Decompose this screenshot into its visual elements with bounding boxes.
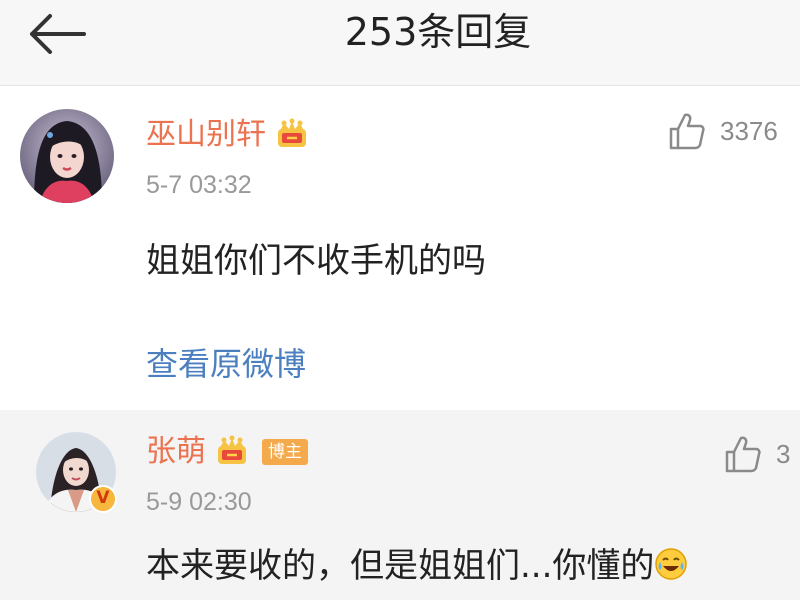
page-title: 253条回复 <box>344 10 532 54</box>
like-button[interactable]: 3376 <box>668 111 778 151</box>
view-original-post-link[interactable]: 查看原微博 <box>146 339 306 385</box>
username[interactable]: 巫山别轩 <box>146 115 266 155</box>
host-badge: 博主 <box>262 439 308 465</box>
crown-icon <box>218 435 246 464</box>
comment-text: 本来要收的，但是姐姐们...你懂的 <box>146 538 688 587</box>
user-row: 巫山别轩 <box>146 115 310 155</box>
laugh-cry-emoji-icon <box>655 548 688 580</box>
comment-time: 5-9 02:30 <box>146 488 252 516</box>
username[interactable]: 张萌 <box>146 432 206 472</box>
like-count: 3376 <box>720 115 778 146</box>
comment-time: 5-7 03:32 <box>146 171 252 199</box>
like-count: 3 <box>776 438 791 469</box>
like-button[interactable]: 3 <box>724 434 790 474</box>
comment-item: V 张萌 博主 5-9 02:30 本来要收的，但是姐姐们...你懂的 3 <box>0 410 800 600</box>
comment-replies-page: 253条回复 巫山别轩 5-7 03:32 姐姐你们不收手机的吗 查看原微博 3… <box>0 0 800 600</box>
top-bar: 253条回复 <box>0 0 800 86</box>
crown-icon <box>278 118 306 147</box>
avatar[interactable] <box>20 109 114 203</box>
user-row: 张萌 博主 <box>146 432 308 472</box>
comment-text: 姐姐你们不收手机的吗 <box>146 241 486 281</box>
thumbs-up-icon <box>725 436 761 473</box>
thumbs-up-icon <box>669 113 705 150</box>
comment-text-content: 本来要收的，但是姐姐们...你懂的 <box>146 546 655 586</box>
verified-badge: V <box>89 485 117 513</box>
comment-item: 巫山别轩 5-7 03:32 姐姐你们不收手机的吗 查看原微博 3376 <box>0 87 800 410</box>
